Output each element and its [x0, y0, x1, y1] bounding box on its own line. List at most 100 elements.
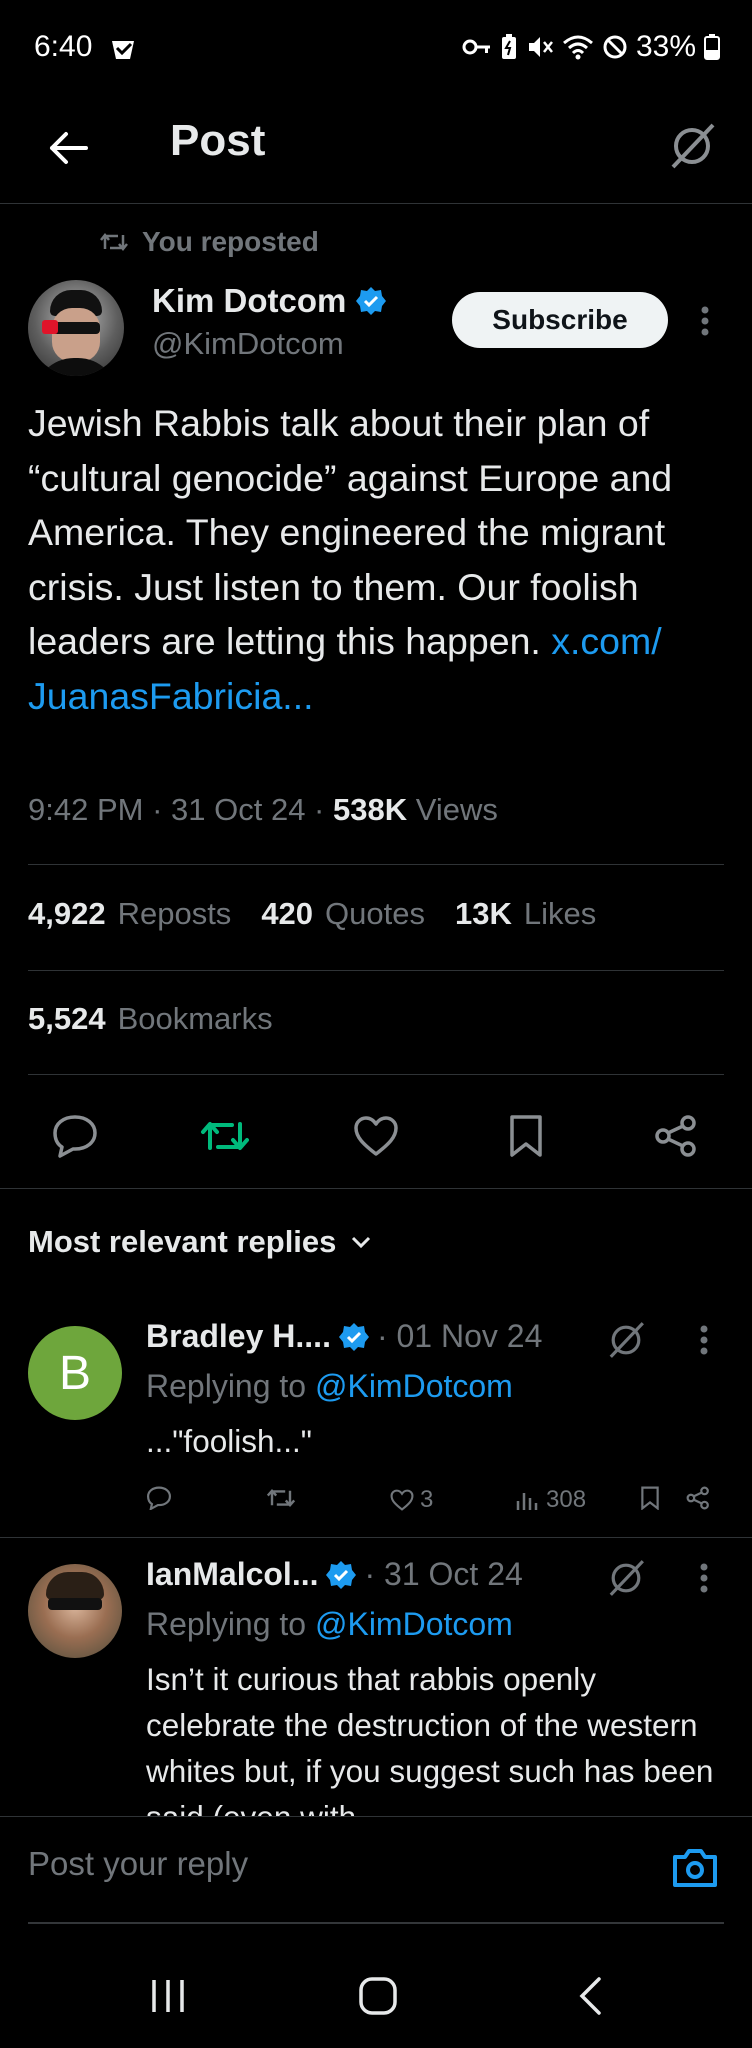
replies-sort-dropdown[interactable]: Most relevant replies	[28, 1224, 372, 1260]
quotes-label: Quotes	[325, 896, 425, 931]
verified-badge-icon	[326, 1560, 357, 1589]
replying-prefix: Replying to	[146, 1606, 307, 1642]
home-button[interactable]	[348, 1970, 408, 2022]
composer-underline	[28, 1922, 724, 1924]
reply-share-button[interactable]	[686, 1486, 710, 1510]
divider	[28, 864, 724, 865]
camera-icon	[673, 1849, 717, 1887]
reply-icon	[146, 1486, 172, 1510]
reposts-stat[interactable]: 4,922 Reposts	[28, 896, 231, 932]
repost-active-icon	[201, 1122, 249, 1150]
post-text: Jewish Rabbis talk about their plan of “…	[28, 396, 728, 723]
repost-context: You reposted	[100, 226, 319, 258]
reposts-count: 4,922	[28, 896, 106, 931]
like-button[interactable]	[348, 1108, 404, 1164]
reply-item[interactable]: IanMalcol... · 31 Oct 24 Replying to @Ki…	[0, 1538, 752, 1816]
bookmark-button[interactable]	[498, 1108, 554, 1164]
verified-badge-icon	[338, 1322, 369, 1351]
status-icons: 33%	[462, 30, 720, 64]
more-vertical-icon	[701, 306, 709, 336]
more-vertical-icon	[700, 1325, 708, 1355]
likes-count: 13K	[455, 896, 512, 931]
divider	[0, 1188, 752, 1189]
likes-label: Likes	[523, 896, 597, 931]
chevron-down-icon	[352, 1236, 371, 1249]
heart-icon	[390, 1489, 414, 1511]
reply-button[interactable]	[47, 1108, 103, 1164]
bookmarks-count: 5,524	[28, 1001, 106, 1036]
post-date: 31 Oct 24	[171, 792, 306, 827]
reply-date: · 31 Oct 24	[364, 1556, 523, 1592]
bookmark-icon	[510, 1115, 542, 1157]
reply-input[interactable]: Post your reply	[28, 1845, 248, 1883]
bookmarks-label: Bookmarks	[117, 1001, 273, 1036]
battery-saver-icon	[500, 34, 518, 60]
share-button[interactable]	[648, 1108, 704, 1164]
reply-composer: Post your reply	[0, 1816, 752, 1924]
battery-icon	[704, 34, 720, 60]
chevron-left-icon	[579, 1977, 601, 2015]
author-name-row[interactable]: Kim Dotcom	[152, 282, 387, 320]
reply-grok-button[interactable]	[604, 1318, 648, 1362]
wifi-icon	[562, 34, 594, 60]
author-handle[interactable]: @KimDotcom	[152, 326, 344, 362]
divider	[28, 1074, 724, 1075]
replying-to: Replying to @KimDotcom	[146, 1606, 513, 1643]
author-avatar[interactable]	[28, 280, 124, 376]
reply-avatar[interactable]	[28, 1564, 122, 1658]
repost-icon	[100, 232, 128, 252]
reply-header: IanMalcol... · 31 Oct 24	[146, 1556, 523, 1593]
grok-icon	[671, 123, 715, 169]
recent-apps-icon	[152, 1980, 184, 2012]
reply-more-button[interactable]	[694, 1556, 714, 1600]
replying-mention[interactable]: @KimDotcom	[315, 1368, 513, 1404]
verified-badge-icon	[356, 287, 387, 315]
grok-icon	[609, 1322, 644, 1358]
more-vertical-icon	[700, 1563, 708, 1593]
reply-views-button[interactable]: 308	[516, 1486, 586, 1514]
reply-author-name[interactable]: Bradley H....	[146, 1318, 331, 1355]
status-time: 6:40	[34, 30, 93, 63]
post-time: 9:42 PM	[28, 792, 144, 827]
back-button[interactable]	[40, 120, 96, 176]
reply-action-bar: 3 308	[146, 1486, 726, 1526]
author-name: Kim Dotcom	[152, 282, 347, 319]
reposts-label: Reposts	[117, 896, 232, 931]
subscribe-button[interactable]: Subscribe	[452, 292, 668, 348]
repost-context-label: You reposted	[142, 226, 319, 257]
reply-icon	[53, 1115, 97, 1158]
quotes-count: 420	[261, 896, 314, 931]
repost-button[interactable]	[197, 1108, 253, 1164]
reply-more-button[interactable]	[694, 1318, 714, 1362]
reply-header: Bradley H.... · 01 Nov 24	[146, 1318, 542, 1355]
share-icon	[655, 1115, 696, 1157]
views-chart-icon	[516, 1493, 538, 1510]
views-count: 538K	[333, 792, 408, 827]
status-bar: 6:40 33%	[0, 0, 752, 94]
reply-repost-button[interactable]	[266, 1486, 296, 1510]
system-back-button[interactable]	[560, 1970, 620, 2022]
reply-reply-button[interactable]	[146, 1486, 172, 1510]
reply-like-count: 3	[420, 1486, 434, 1513]
reply-text: ..."foolish..."	[146, 1423, 312, 1459]
grok-button[interactable]	[660, 114, 724, 178]
likes-stat[interactable]: 13K Likes	[455, 896, 596, 932]
replying-prefix: Replying to	[146, 1368, 307, 1404]
reply-grok-button[interactable]	[604, 1556, 648, 1600]
key-icon	[462, 36, 492, 58]
bookmarks-stat[interactable]: 5,524 Bookmarks	[28, 1001, 273, 1037]
replying-mention[interactable]: @KimDotcom	[315, 1606, 513, 1642]
replying-to: Replying to @KimDotcom	[146, 1368, 513, 1405]
reply-avatar[interactable]: B	[28, 1326, 122, 1420]
arrow-left-icon	[50, 132, 88, 164]
post-more-button[interactable]	[690, 296, 720, 346]
recent-apps-button[interactable]	[138, 1970, 198, 2022]
reply-bookmark-button[interactable]	[640, 1486, 660, 1510]
camera-button[interactable]	[670, 1845, 720, 1891]
repost-icon	[266, 1488, 296, 1508]
reply-author-name[interactable]: IanMalcol...	[146, 1556, 318, 1593]
reply-item[interactable]: B Bradley H.... · 01 Nov 24 Replying to …	[0, 1300, 752, 1536]
quotes-stat[interactable]: 420 Quotes	[261, 896, 425, 932]
replies-sort-label: Most relevant replies	[28, 1224, 337, 1259]
reply-like-button[interactable]: 3	[390, 1486, 433, 1514]
